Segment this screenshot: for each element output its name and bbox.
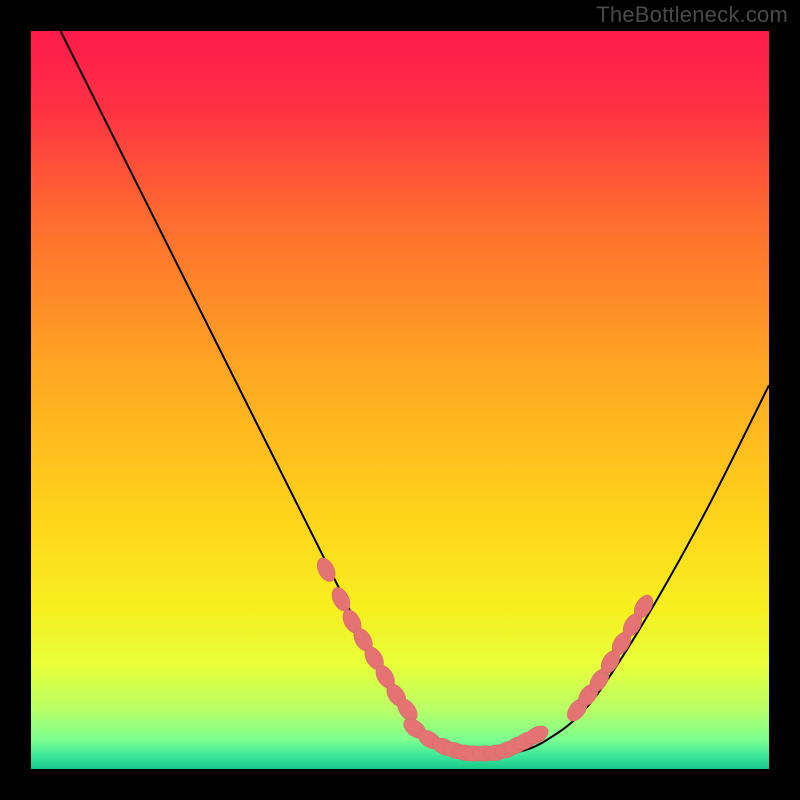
chart-frame: TheBottleneck.com [0, 0, 800, 800]
bottleneck-curve [61, 31, 769, 754]
plot-area [31, 31, 769, 769]
curve-layer [31, 31, 769, 769]
marker-cluster-bottom [400, 715, 551, 763]
marker-cluster-left [314, 555, 421, 725]
marker-cluster-right [563, 592, 656, 725]
watermark-text: TheBottleneck.com [596, 2, 788, 28]
